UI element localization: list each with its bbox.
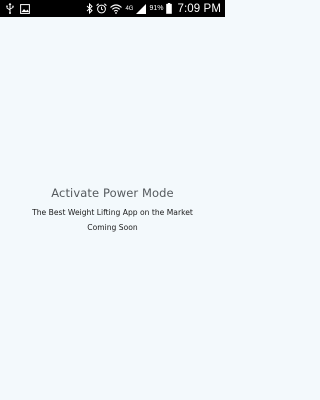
status-bar-right: 4G 91% 7:09 PM <box>86 3 221 15</box>
image-icon <box>20 3 30 15</box>
main-content: Activate Power Mode The Best Weight Lift… <box>0 17 225 400</box>
bluetooth-icon <box>86 3 94 15</box>
alarm-icon <box>96 3 108 15</box>
usb-icon <box>6 3 14 15</box>
battery-icon <box>166 3 173 15</box>
page-title: Activate Power Mode <box>51 186 174 200</box>
tagline-text: The Best Weight Lifting App on the Marke… <box>32 208 193 217</box>
lte-icon: 4G <box>125 3 133 15</box>
status-bar: 4G 91% 7:09 PM <box>0 0 225 17</box>
signal-icon <box>136 3 147 15</box>
status-bar-left <box>6 3 30 15</box>
clock-time: 7:09 PM <box>177 2 221 15</box>
battery-percent: 91% <box>149 5 164 12</box>
network-type-label: 4G <box>125 5 134 12</box>
coming-soon-text: Coming Soon <box>87 223 138 232</box>
wifi-icon <box>110 3 123 15</box>
